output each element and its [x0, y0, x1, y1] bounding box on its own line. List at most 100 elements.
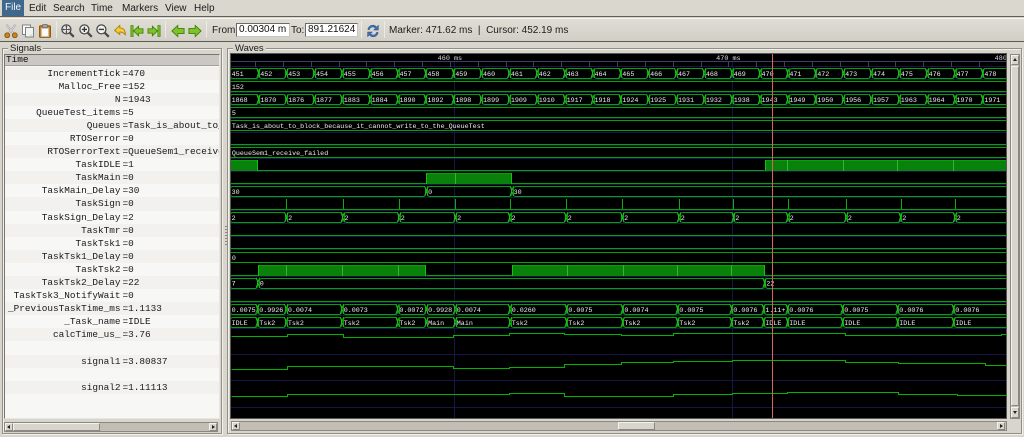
svg-text:457: 457 [400, 71, 412, 79]
svg-text:468: 468 [706, 71, 718, 79]
svg-text:2: 2 [568, 215, 572, 223]
svg-text:2: 2 [232, 215, 236, 223]
svg-text:0: 0 [428, 189, 432, 197]
svg-text:1918: 1918 [594, 97, 610, 105]
svg-text:0.0075: 0.0075 [568, 307, 592, 315]
svg-text:459: 459 [455, 71, 467, 79]
svg-text:472: 472 [817, 71, 829, 79]
svg-text:1876: 1876 [288, 97, 304, 105]
svg-text:Tsk2: Tsk2 [259, 320, 275, 328]
svg-text:1932: 1932 [706, 97, 722, 105]
svg-text:IDLE: IDLE [765, 320, 781, 328]
svg-text:2: 2 [957, 215, 961, 223]
svg-text:2: 2 [457, 215, 461, 223]
svg-text:452: 452 [260, 71, 272, 79]
svg-text:2: 2 [848, 215, 852, 223]
svg-text:454: 454 [316, 71, 328, 79]
svg-text:0.0075: 0.0075 [232, 307, 256, 315]
svg-text:1877: 1877 [316, 97, 332, 105]
svg-text:IDLE: IDLE [955, 320, 971, 328]
svg-text:1950: 1950 [817, 97, 833, 105]
svg-text:Main: Main [428, 320, 444, 328]
svg-text:453: 453 [288, 71, 300, 79]
svg-text:7: 7 [232, 281, 236, 289]
svg-text:2: 2 [288, 215, 292, 223]
svg-text:461: 461 [511, 71, 523, 79]
svg-text:IDLE: IDLE [899, 320, 915, 328]
svg-text:Tsk2: Tsk2 [624, 320, 640, 328]
svg-text:2: 2 [790, 215, 794, 223]
svg-text:Tsk2: Tsk2 [733, 320, 749, 328]
svg-text:0.0074: 0.0074 [457, 307, 481, 315]
svg-text:465: 465 [622, 71, 634, 79]
svg-text:0.0260: 0.0260 [512, 307, 536, 315]
svg-text:477: 477 [957, 71, 969, 79]
svg-text:1883: 1883 [344, 97, 360, 105]
svg-text:0: 0 [232, 255, 236, 263]
svg-text:470: 470 [762, 71, 774, 79]
svg-text:455: 455 [344, 71, 356, 79]
svg-text:473: 473 [845, 71, 857, 79]
svg-text:Tsk2: Tsk2 [288, 320, 304, 328]
svg-text:0.0076: 0.0076 [733, 307, 757, 315]
svg-text:1931: 1931 [678, 97, 694, 105]
svg-text:0.9928: 0.9928 [428, 307, 452, 315]
svg-text:1870: 1870 [260, 97, 276, 105]
svg-text:1938: 1938 [734, 97, 750, 105]
svg-text:463: 463 [567, 71, 579, 79]
svg-text:0.0076: 0.0076 [899, 307, 923, 315]
svg-text:2: 2 [902, 215, 906, 223]
svg-text:0: 0 [260, 281, 264, 289]
svg-text:Tsk2: Tsk2 [568, 320, 584, 328]
svg-text:1963: 1963 [901, 97, 917, 105]
svg-text:456: 456 [372, 71, 384, 79]
svg-text:1890: 1890 [400, 97, 416, 105]
svg-text:0.0073: 0.0073 [344, 307, 368, 315]
svg-text:467: 467 [678, 71, 690, 79]
svg-text:Tsk2: Tsk2 [512, 320, 528, 328]
svg-text:1917: 1917 [567, 97, 583, 105]
svg-text:1924: 1924 [622, 97, 638, 105]
svg-text:1949: 1949 [789, 97, 805, 105]
svg-text:462: 462 [539, 71, 551, 79]
svg-text:1.11+: 1.11+ [765, 307, 785, 315]
svg-text:5: 5 [232, 110, 236, 118]
svg-text:0.0076: 0.0076 [955, 307, 979, 315]
svg-text:2: 2 [512, 215, 516, 223]
svg-text:1943: 1943 [762, 97, 778, 105]
svg-text:464: 464 [594, 71, 606, 79]
svg-text:0.9926: 0.9926 [259, 307, 283, 315]
svg-text:QueueSem1_receive_failed: QueueSem1_receive_failed [232, 150, 328, 158]
svg-text:0.0074: 0.0074 [288, 307, 312, 315]
svg-text:1925: 1925 [650, 97, 666, 105]
svg-text:475: 475 [901, 71, 913, 79]
svg-text:451: 451 [232, 71, 244, 79]
svg-text:2: 2 [345, 215, 349, 223]
svg-text:1957: 1957 [873, 97, 889, 105]
svg-text:0.0075: 0.0075 [679, 307, 703, 315]
svg-text:IDLE: IDLE [844, 320, 860, 328]
svg-text:1892: 1892 [427, 97, 443, 105]
svg-text:1868: 1868 [232, 97, 248, 105]
svg-text:476: 476 [929, 71, 941, 79]
svg-text:0.0072: 0.0072 [399, 307, 423, 315]
svg-text:2: 2 [735, 215, 739, 223]
svg-text:0.0075: 0.0075 [844, 307, 868, 315]
svg-text:30: 30 [514, 189, 522, 197]
svg-text:460: 460 [483, 71, 495, 79]
svg-text:458: 458 [427, 71, 439, 79]
svg-text:Task_is_about_to_block_because: Task_is_about_to_block_because_it_cannot… [232, 123, 485, 131]
svg-text:152: 152 [232, 84, 244, 92]
svg-text:30: 30 [232, 189, 240, 197]
svg-text:469: 469 [734, 71, 746, 79]
svg-text:478: 478 [984, 71, 996, 79]
svg-text:Main: Main [457, 320, 473, 328]
svg-text:1956: 1956 [845, 97, 861, 105]
svg-text:IDLE: IDLE [232, 320, 248, 328]
svg-text:460 ms: 460 ms [438, 55, 462, 63]
svg-text:2: 2 [681, 215, 685, 223]
svg-text:2: 2 [624, 215, 628, 223]
svg-text:Tsk2: Tsk2 [344, 320, 360, 328]
svg-text:480 ms: 480 ms [995, 55, 1006, 63]
svg-text:IDLE: IDLE [789, 320, 805, 328]
